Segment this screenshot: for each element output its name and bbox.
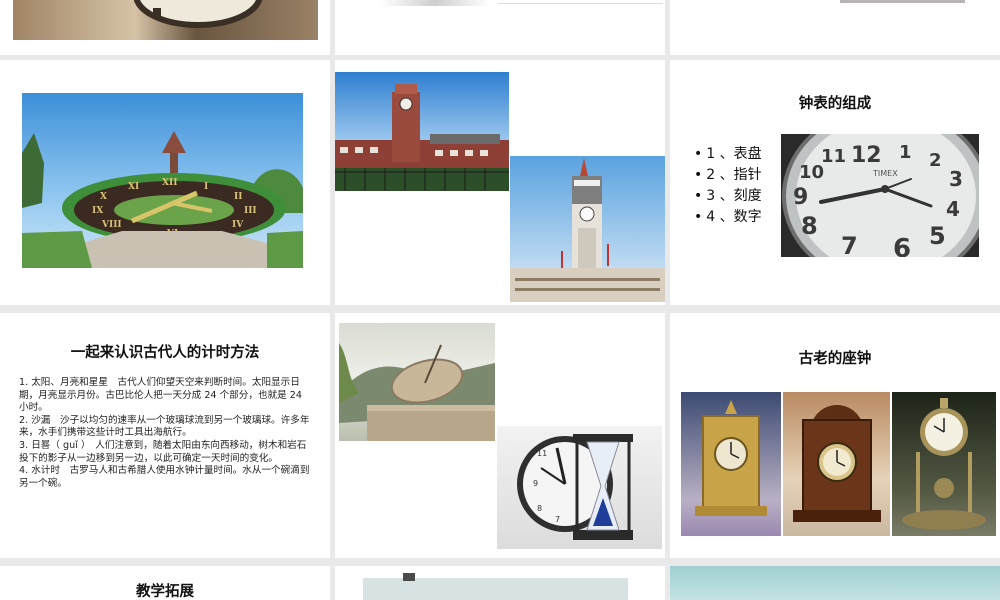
slide-thumb-5[interactable] <box>335 60 665 305</box>
pocket-watch-photo <box>13 0 318 40</box>
tower-top-edge <box>403 573 415 581</box>
slide-ancient-timekeeping[interactable]: 一起来认识古代人的计时方法 1. 太阳、月亮和星星 古代人们仰望天空来判断时间。… <box>0 313 330 558</box>
photo-edge <box>840 0 965 3</box>
svg-text:I: I <box>204 182 208 192</box>
svg-text:11: 11 <box>537 449 547 458</box>
numeral-6: 6 <box>893 234 911 257</box>
slide-title: 古老的座钟 <box>798 351 872 367</box>
sundial-photo <box>339 323 495 441</box>
photo-top-edge <box>363 578 628 600</box>
svg-text:IX: IX <box>92 206 103 216</box>
frame-edge <box>498 0 663 4</box>
pillar-clock-photo <box>892 392 996 536</box>
clock-face-photo: 12 1 2 3 4 5 6 7 8 9 10 11 TIMEX <box>781 134 979 257</box>
clock-hourglass-photo: 11 9 8 7 <box>497 426 662 549</box>
numeral-12: 12 <box>851 143 882 168</box>
slide-clock-composition[interactable]: 钟表的组成 1 、表盘 2 、指针 3 、刻度 4 、数字 12 1 2 3 4… <box>670 60 1000 305</box>
list-item: 3 、刻度 <box>694 186 761 207</box>
svg-text:9: 9 <box>533 479 538 488</box>
slide-title: 一起来认识古代人的计时方法 <box>70 345 260 361</box>
slide-title: 教学拓展 <box>136 584 194 600</box>
component-list: 1 、表盘 2 、指针 3 、刻度 4 、数字 <box>694 144 761 228</box>
svg-text:8: 8 <box>537 504 542 513</box>
paragraph: 3. 日晷（ guǐ ） 人们注意到，随着太阳由东向西移动，树木和岩石投下的影子… <box>19 439 307 464</box>
slide-thumb-11[interactable] <box>335 566 665 600</box>
numeral-1: 1 <box>899 142 912 163</box>
slide-thumb-4[interactable]: XIXIII IIIIIIV XIXVIII VI <box>0 60 330 305</box>
timekeeping-text: 1. 太阳、月亮和星星 古代人们仰望天空来判断时间。太阳显示日期，月亮显示月份。… <box>19 377 311 490</box>
paragraph: 4. 水计时 古罗马人和古希腊人使用水钟计量时间。水从一个碗滴到另一个碗。 <box>19 465 310 489</box>
svg-text:III: III <box>244 206 257 216</box>
slide-teaching-extension[interactable]: 教学拓展 <box>0 566 330 600</box>
svg-text:IV: IV <box>232 220 244 230</box>
svg-text:XII: XII <box>162 178 177 188</box>
numeral-5: 5 <box>929 222 946 250</box>
numeral-11: 11 <box>821 146 846 167</box>
slide-thumb-2[interactable] <box>335 0 665 55</box>
numeral-2: 2 <box>929 150 942 171</box>
sky-photo-edge <box>670 566 1000 600</box>
svg-text:X: X <box>100 192 107 202</box>
slide-title: 钟表的组成 <box>798 96 872 112</box>
clock-tower-photo <box>335 72 509 191</box>
slide-thumb-8[interactable]: 11 9 8 7 <box>335 313 665 558</box>
numeral-3: 3 <box>949 167 963 191</box>
gilded-clock-photo <box>681 392 781 536</box>
brand-label: TIMEX <box>872 169 898 178</box>
svg-text:7: 7 <box>555 515 560 524</box>
list-item: 1 、表盘 <box>694 144 761 165</box>
paragraph: 2. 沙漏 沙子以均匀的速率从一个玻璃球流到另一个玻璃球。许多年来，水手们携带这… <box>19 414 310 439</box>
tall-tower-photo <box>510 156 665 302</box>
slide-thumb-3[interactable] <box>670 0 1000 55</box>
numeral-8: 8 <box>801 212 818 240</box>
clock-edge-photo <box>380 0 490 6</box>
slide-thumb-12[interactable] <box>670 566 1000 600</box>
svg-text:XI: XI <box>128 182 139 192</box>
slide-thumb-1[interactable] <box>0 0 330 55</box>
svg-text:II: II <box>234 192 242 202</box>
slide-old-clocks[interactable]: 古老的座钟 <box>670 313 1000 558</box>
list-item: 4 、数字 <box>694 207 761 228</box>
paragraph: 1. 太阳、月亮和星星 古代人们仰望天空来判断时间。太阳显示日期，月亮显示月份。… <box>19 377 303 414</box>
numeral-7: 7 <box>841 232 858 257</box>
flower-clock-photo: XIXIII IIIIIIV XIXVIII VI <box>22 93 303 268</box>
carved-clock-photo <box>783 392 890 536</box>
svg-text:VIII: VIII <box>101 220 122 230</box>
numeral-4: 4 <box>946 197 960 221</box>
list-item: 2 、指针 <box>694 165 761 186</box>
numeral-9: 9 <box>793 185 808 210</box>
